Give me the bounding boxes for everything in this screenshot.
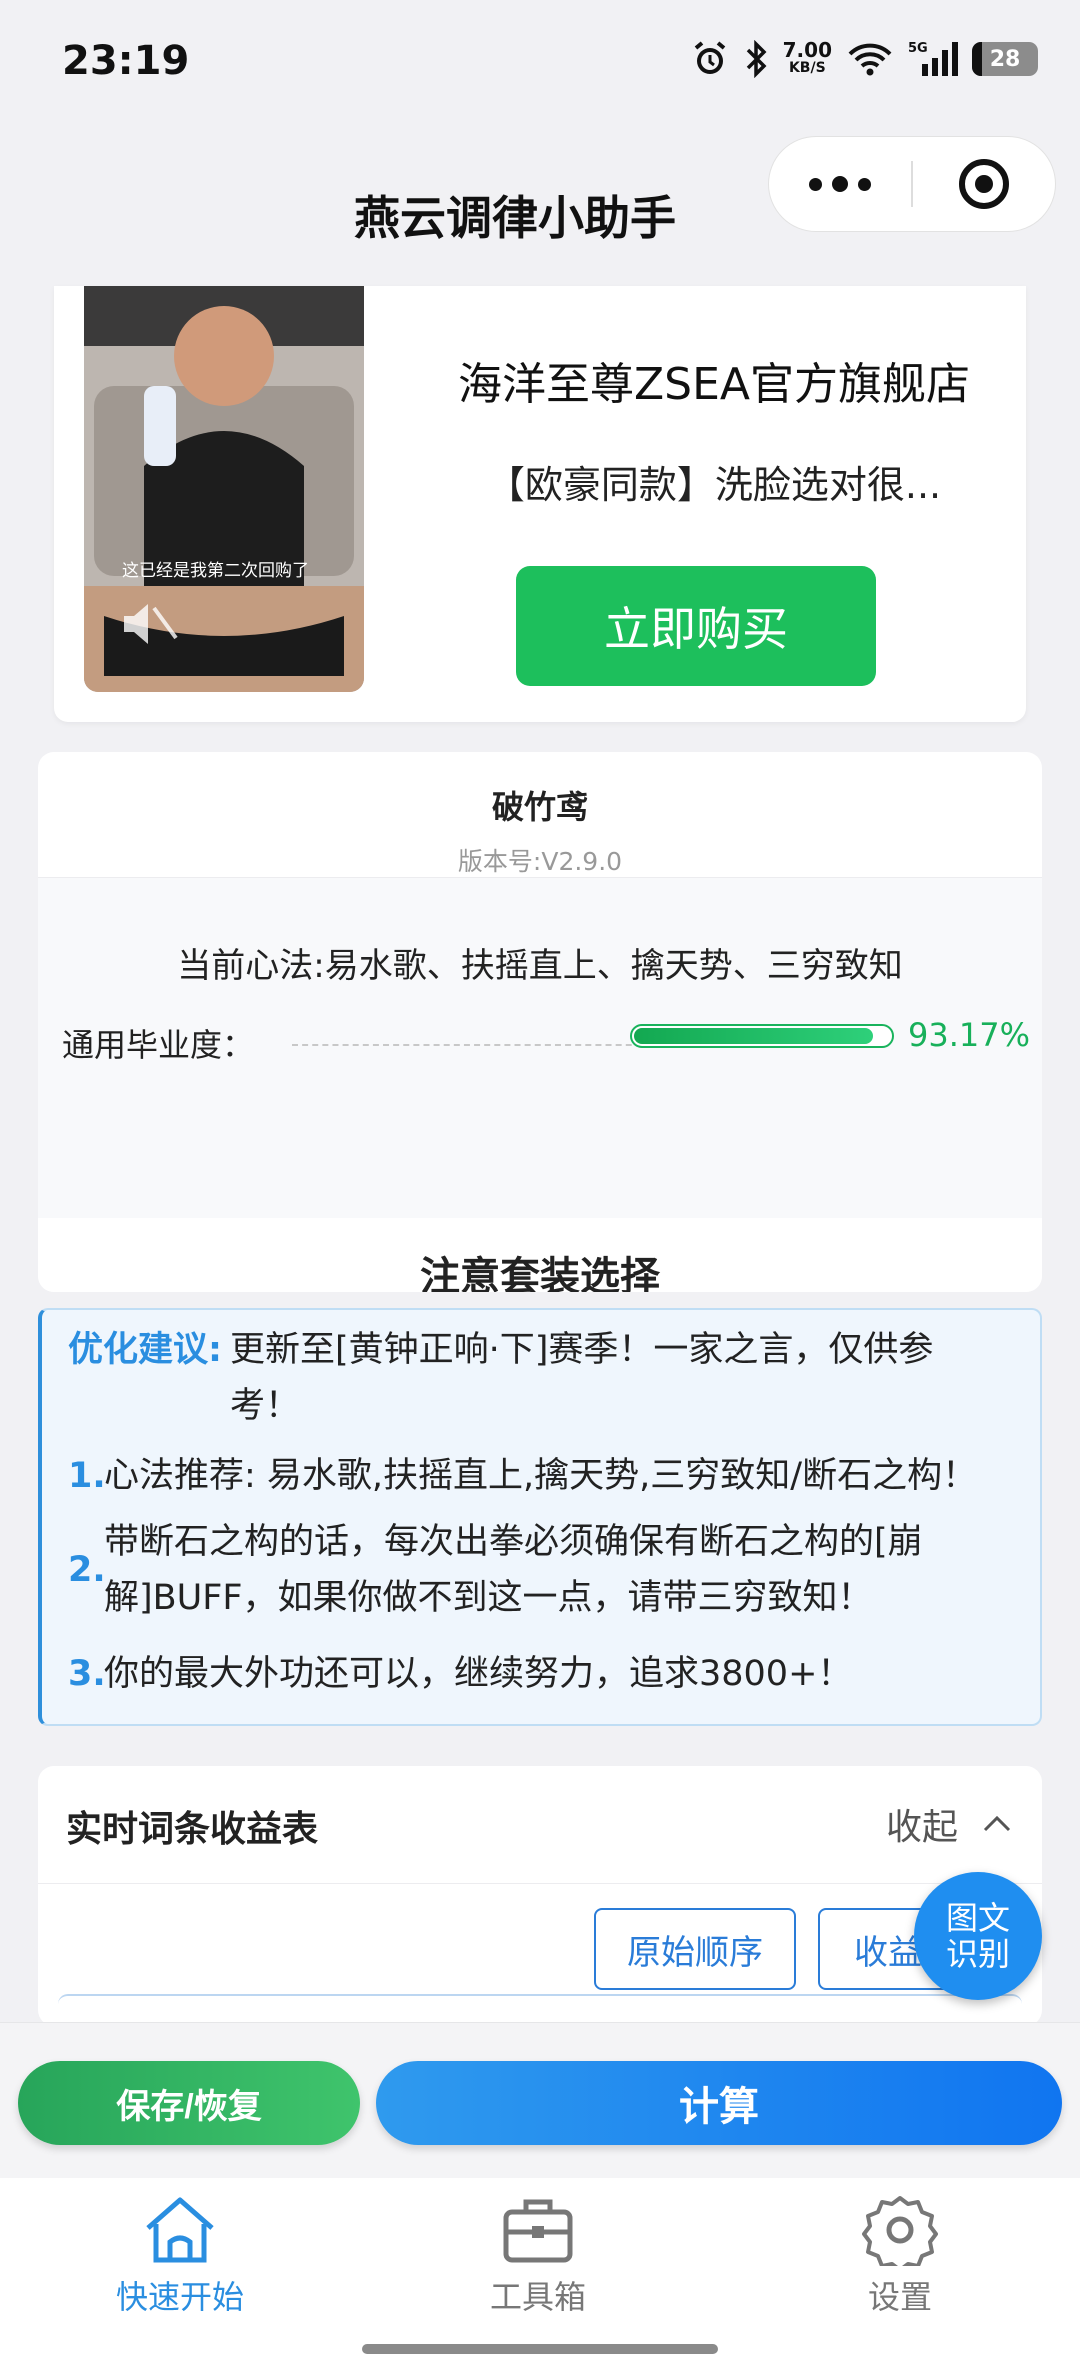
chevron-up-icon <box>983 1815 1011 1832</box>
collapse-label: 收起 <box>885 1807 958 1848</box>
build-body: 当前心法:易水歌、扶摇直上、擒天势、三穷致知 通用毕业度： 93.17% 注意套… <box>38 878 1042 1292</box>
version-label: 版本号:V2.9.0 <box>457 847 623 876</box>
progress-fill <box>634 1028 873 1044</box>
image-recognition-button[interactable]: 图文 识别 <box>914 1872 1042 2000</box>
svg-text:5G: 5G <box>908 41 928 56</box>
ad-description: 【欧豪同款】洗脸选对很... <box>486 463 942 507</box>
build-card: 破竹鸢 版本号:V2.9.0 当前心法:易水歌、扶摇直上、擒天势、三穷致知 通用… <box>38 752 1042 1292</box>
graduation-label: 通用毕业度： <box>62 1026 255 1064</box>
alarm-icon <box>694 41 725 74</box>
target-close-icon <box>958 159 1009 209</box>
gain-table-title: 实时词条收益表 <box>66 1809 319 1850</box>
advice-intro: 更新至[黄钟正响·下]赛季！一家之言，仅供参考！ <box>230 1330 934 1426</box>
tab-settings[interactable]: 设置 <box>780 2194 1020 2318</box>
advice-item: 2. 带断石之构的话，每次出拳必须确保有断石之构的[崩解]BUFF，如果你做不到… <box>68 1514 1008 1626</box>
calculate-button[interactable]: 计算 <box>376 2061 1062 2145</box>
graduation-percent: 93.17% <box>908 1016 1031 1054</box>
bluetooth-icon <box>746 40 767 78</box>
thumb-caption: 这已经是我第二次回购了 <box>122 561 309 581</box>
status-icons: 7.00 KB/S 5G 28 <box>691 40 1038 78</box>
home-indicator <box>362 2344 718 2354</box>
advice-item-number: 1. <box>68 1456 106 1496</box>
set-selection-title: 注意套装选择 <box>420 1254 660 1292</box>
gear-icon <box>862 2196 938 2266</box>
tab-toolbox[interactable]: 工具箱 <box>418 2194 658 2318</box>
gain-table-card: 实时词条收益表 收起 原始顺序 收益 <box>38 1766 1042 2026</box>
more-menu-button[interactable] <box>769 136 911 232</box>
wifi-icon <box>848 43 892 76</box>
signal-icon: 5G <box>908 40 958 78</box>
close-button[interactable] <box>913 156 1056 212</box>
advice-item-text: 带断石之构的话，每次出拳必须确保有断石之构的[崩解]BUFF，如果你做不到这一点… <box>104 1522 923 1618</box>
save-restore-button[interactable]: 保存/恢复 <box>18 2061 360 2145</box>
advice-item: 3. 你的最大外功还可以，继续努力，追求3800+！ <box>68 1646 1018 1702</box>
tab-label: 快速开始 <box>115 2278 244 2316</box>
original-order-button[interactable]: 原始顺序 <box>594 1908 796 1990</box>
status-time: 23:19 <box>62 38 190 84</box>
action-bar: 保存/恢复 计算 <box>0 2022 1080 2178</box>
network-speed: 7.00 KB/S <box>782 38 832 76</box>
tab-label: 设置 <box>867 2278 932 2316</box>
home-icon <box>146 2197 214 2263</box>
advice-item-text: 你的最大外功还可以，继续努力，追求3800+！ <box>104 1654 853 1694</box>
advice-label: 优化建议: <box>68 1330 222 1370</box>
ad-thumbnail[interactable]: 这已经是我第二次回购了 <box>84 286 364 692</box>
battery-icon: 28 <box>972 42 1038 76</box>
build-header: 破竹鸢 版本号:V2.9.0 <box>38 752 1042 878</box>
gain-table-header: 实时词条收益表 收起 <box>38 1766 1042 1884</box>
build-name: 破竹鸢 <box>491 788 588 826</box>
toolbox-icon <box>503 2199 573 2263</box>
advice-item-text: 心法推荐: 易水歌,扶摇直上,擒天势,三穷致知/断石之构！ <box>104 1456 978 1496</box>
advice-item-number: 3. <box>68 1654 106 1694</box>
buy-now-button[interactable]: 立即购买 <box>516 566 876 686</box>
app-root: 23:19 7.00 KB/S 5G 28 燕云调律小助手 这已经是我第二次回购… <box>0 0 1080 2376</box>
miniprogram-capsule <box>768 136 1056 232</box>
advice-intro-row: 优化建议: 更新至[黄钟正响·下]赛季！一家之言，仅供参考！ <box>68 1322 1008 1434</box>
set-selection: 注意套装选择 时雨 撼天 <box>38 1218 1042 1292</box>
graduation-progress-bar <box>630 1024 894 1048</box>
status-bar: 23:19 7.00 KB/S 5G 28 <box>0 0 1080 126</box>
advice-item: 1. 心法推荐: 易水歌,扶摇直上,擒天势,三穷致知/断石之构！ <box>68 1448 1018 1504</box>
heart-method-text: 当前心法:易水歌、扶摇直上、擒天势、三穷致知 <box>177 946 903 986</box>
optimization-advice: 优化建议: 更新至[黄钟正响·下]赛季！一家之言，仅供参考！ 1. 心法推荐: … <box>38 1308 1042 1726</box>
collapse-toggle[interactable]: 收起 <box>886 1798 1012 1850</box>
tab-quick-start[interactable]: 快速开始 <box>60 2194 300 2318</box>
advice-item-number: 2. <box>68 1550 106 1590</box>
leader-dashes <box>292 1044 652 1046</box>
ad-shop-name: 海洋至尊ZSEA官方旗舰店 <box>458 359 970 410</box>
tab-label: 工具箱 <box>489 2278 586 2316</box>
ad-card[interactable]: 这已经是我第二次回购了 海洋至尊ZSEA官方旗舰店 【欧豪同款】洗脸选对很...… <box>54 286 1026 722</box>
